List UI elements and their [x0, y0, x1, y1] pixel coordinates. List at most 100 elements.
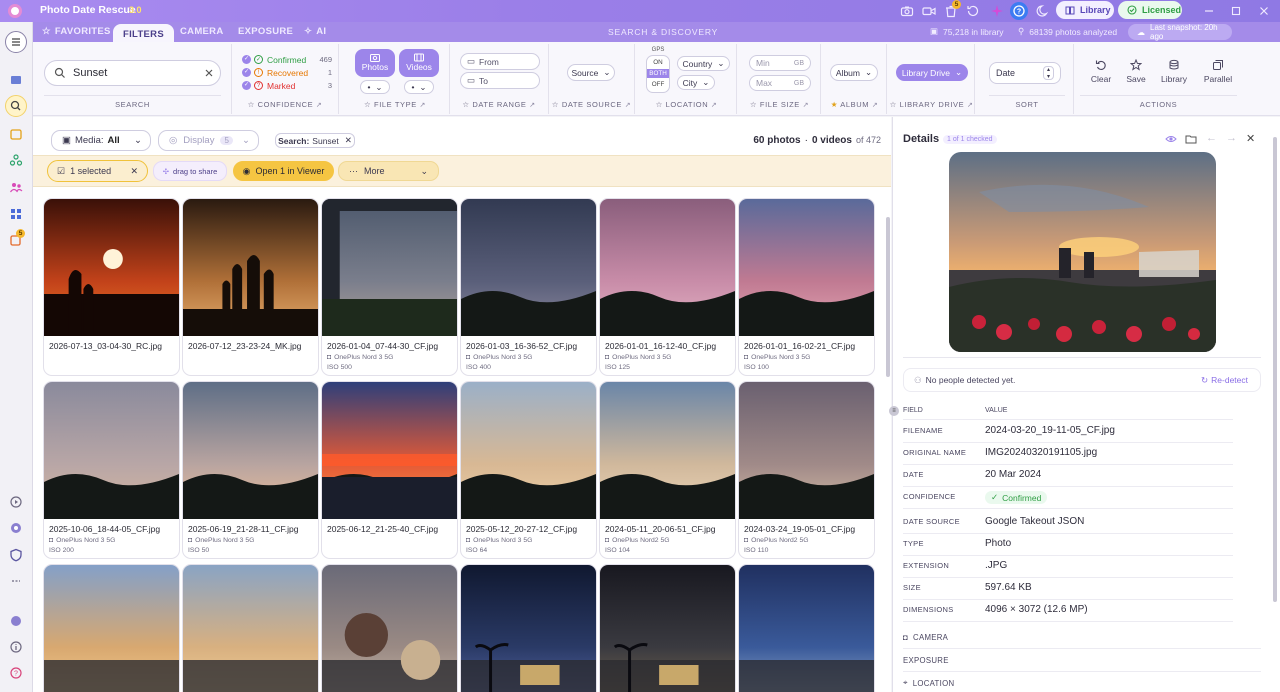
search-nav[interactable]: [5, 95, 27, 117]
field-value[interactable]: Google Takeout JSON: [985, 516, 1084, 527]
camera-icon[interactable]: [900, 4, 914, 18]
gps-toggle[interactable]: ON BOTH OFF: [646, 55, 670, 93]
eye-outline-icon[interactable]: [1165, 133, 1177, 145]
question-icon[interactable]: ?: [9, 666, 23, 680]
photo-tile[interactable]: 2026-01-01_16-12-40_CF.jpg ◘ OnePlus Nord …: [599, 198, 736, 376]
photos-toggle[interactable]: Photos: [355, 49, 395, 77]
videos-toggle[interactable]: Videos: [399, 49, 439, 77]
confidence-item[interactable]: ✓ ✓ Confirmed 469: [242, 53, 332, 66]
photo-tile[interactable]: 2025-06-19_21-28-11_CF.jpg ◘ OnePlus Nord …: [182, 381, 319, 559]
licensed-badge[interactable]: Licensed: [1118, 1, 1182, 19]
gps-off[interactable]: OFF: [647, 81, 669, 88]
display-select[interactable]: ◎ Display 5 ⌄: [158, 130, 259, 151]
maximize-icon[interactable]: [1229, 4, 1243, 18]
date-to-input[interactable]: ▭ To: [460, 72, 540, 89]
close-details-icon[interactable]: ✕: [1246, 132, 1255, 145]
close-window-icon[interactable]: [1257, 4, 1271, 18]
checkbox-checked-icon[interactable]: ✓: [242, 68, 251, 77]
menu-button[interactable]: [5, 31, 27, 53]
photo-tile[interactable]: 2025-10-06_18-44-05_CF.jpg ◘ OnePlus Nord …: [43, 381, 180, 559]
country-select[interactable]: Country ⌄: [677, 56, 730, 71]
camera-section[interactable]: ◘ CAMERA: [903, 633, 948, 642]
media-select[interactable]: ▣ Media: All ⌄: [51, 130, 151, 151]
sort-select[interactable]: Date ▴ ▾: [989, 62, 1061, 84]
date-source-select[interactable]: Source ⌄: [567, 64, 615, 81]
tab-favorites[interactable]: ☆ FAVORITES: [42, 26, 111, 37]
photo-tile[interactable]: [182, 564, 319, 692]
photo-tile[interactable]: 2026-01-03_16-36-52_CF.jpg ◘ OnePlus Nord …: [460, 198, 597, 376]
people-icon[interactable]: [9, 153, 23, 167]
save-button[interactable]: Save: [1119, 59, 1153, 84]
photo-tile[interactable]: [738, 564, 875, 692]
gps-both[interactable]: BOTH: [647, 69, 669, 78]
photo-tile[interactable]: 2026-07-12_23-23-24_MK.jpg: [182, 198, 319, 376]
more-menu[interactable]: ··· More ⌄: [338, 161, 439, 181]
checkbox-checked-icon[interactable]: ✓: [242, 55, 251, 64]
drag-to-share[interactable]: ✣ drag to share: [153, 161, 227, 181]
open-in-viewer-button[interactable]: ◉ Open 1 in Viewer: [233, 161, 334, 181]
clear-button[interactable]: Clear: [1084, 59, 1118, 84]
dots-icon[interactable]: [9, 574, 23, 588]
compass-icon[interactable]: [9, 521, 23, 535]
photo-tile[interactable]: 2025-05-12_20-27-12_CF.jpg ◘ OnePlus Nord …: [460, 381, 597, 559]
city-select[interactable]: City ⌄: [677, 75, 715, 90]
field-value[interactable]: IMG20240320191105.jpg: [985, 447, 1097, 458]
video-icon[interactable]: [922, 4, 936, 18]
field-value[interactable]: 597.64 KB: [985, 582, 1032, 593]
grid-icon[interactable]: [9, 207, 23, 221]
clear-selection-icon[interactable]: ✕: [130, 166, 138, 177]
parallel-button[interactable]: Parallel: [1199, 59, 1237, 84]
trash-icon[interactable]: 5: [944, 0, 961, 18]
play-circle-icon[interactable]: [9, 495, 23, 509]
tasks-icon[interactable]: 5: [9, 229, 25, 247]
calendar-icon[interactable]: [9, 127, 23, 141]
gps-on[interactable]: ON: [647, 56, 669, 66]
video-subtype-select[interactable]: • ⌄: [404, 80, 434, 94]
confidence-item[interactable]: ✓? Marked 3: [242, 79, 332, 92]
photo-tile[interactable]: 2025-06-12_21-25-40_CF.jpg: [321, 381, 458, 559]
globe-icon[interactable]: [9, 614, 23, 628]
redetect-button[interactable]: ↻ Re-detect: [1201, 375, 1248, 386]
shield-icon[interactable]: [9, 548, 23, 562]
clear-search-icon[interactable]: [204, 68, 214, 78]
folder-icon[interactable]: [1185, 133, 1197, 145]
photo-tile[interactable]: 2024-05-11_20-06-51_CF.jpg ◘ OnePlus Nord2…: [599, 381, 736, 559]
size-max-input[interactable]: Max GB: [749, 75, 811, 91]
snapshot-badge[interactable]: ☁ Last snapshot: 20h ago: [1128, 23, 1232, 41]
confidence-item[interactable]: ✓! Recovered 1: [242, 66, 332, 79]
tab-camera[interactable]: CAMERA: [180, 26, 224, 37]
library-button[interactable]: Library: [1056, 1, 1114, 19]
location-section-details[interactable]: ⌖ LOCATION: [903, 678, 954, 688]
photo-tile[interactable]: [321, 564, 458, 692]
library-action-button[interactable]: Library: [1157, 59, 1191, 84]
field-value[interactable]: Photo: [985, 538, 1011, 549]
checkbox-checked-icon[interactable]: ✓: [242, 81, 251, 90]
tab-filters[interactable]: FILTERS: [113, 24, 174, 44]
moon-icon[interactable]: [1036, 4, 1050, 18]
prev-arrow-icon[interactable]: ←: [1206, 132, 1217, 144]
photo-tile[interactable]: [599, 564, 736, 692]
minimize-icon[interactable]: [1202, 4, 1216, 18]
search-chip[interactable]: Search: Sunset ✕: [275, 133, 355, 148]
preview-image[interactable]: [949, 152, 1216, 352]
photo-tile[interactable]: 2026-01-01_16-02-21_CF.jpg ◘ OnePlus Nord …: [738, 198, 875, 376]
selected-chip[interactable]: ☑ 1 selected ✕: [47, 160, 148, 182]
help-icon[interactable]: ?: [1010, 2, 1028, 20]
details-scrollbar[interactable]: [1273, 137, 1277, 602]
photo-tile[interactable]: 2026-07-13_03-04-30_RC.jpg: [43, 198, 180, 376]
search-input[interactable]: Sunset: [44, 60, 221, 86]
sparkle-icon[interactable]: [990, 4, 1004, 18]
photo-tile[interactable]: 2024-03-24_19-05-01_CF.jpg ◘ OnePlus Nord2…: [738, 381, 875, 559]
library-drive-select[interactable]: Library Drive ⌄: [896, 64, 968, 81]
photo-tile[interactable]: [43, 564, 180, 692]
tab-ai[interactable]: ✧ AI: [304, 26, 326, 37]
field-value[interactable]: 20 Mar 2024: [985, 469, 1041, 480]
sort-stepper-icon[interactable]: ▴ ▾: [1043, 66, 1054, 80]
photo-subtype-select[interactable]: • ⌄: [360, 80, 390, 94]
size-min-input[interactable]: Min GB: [749, 55, 811, 71]
field-value[interactable]: .JPG: [985, 560, 1007, 571]
panel-handle-icon[interactable]: ≡: [889, 406, 899, 416]
date-from-input[interactable]: ▭ From: [460, 53, 540, 70]
photo-tile[interactable]: [460, 564, 597, 692]
remove-chip-icon[interactable]: ✕: [345, 135, 352, 146]
